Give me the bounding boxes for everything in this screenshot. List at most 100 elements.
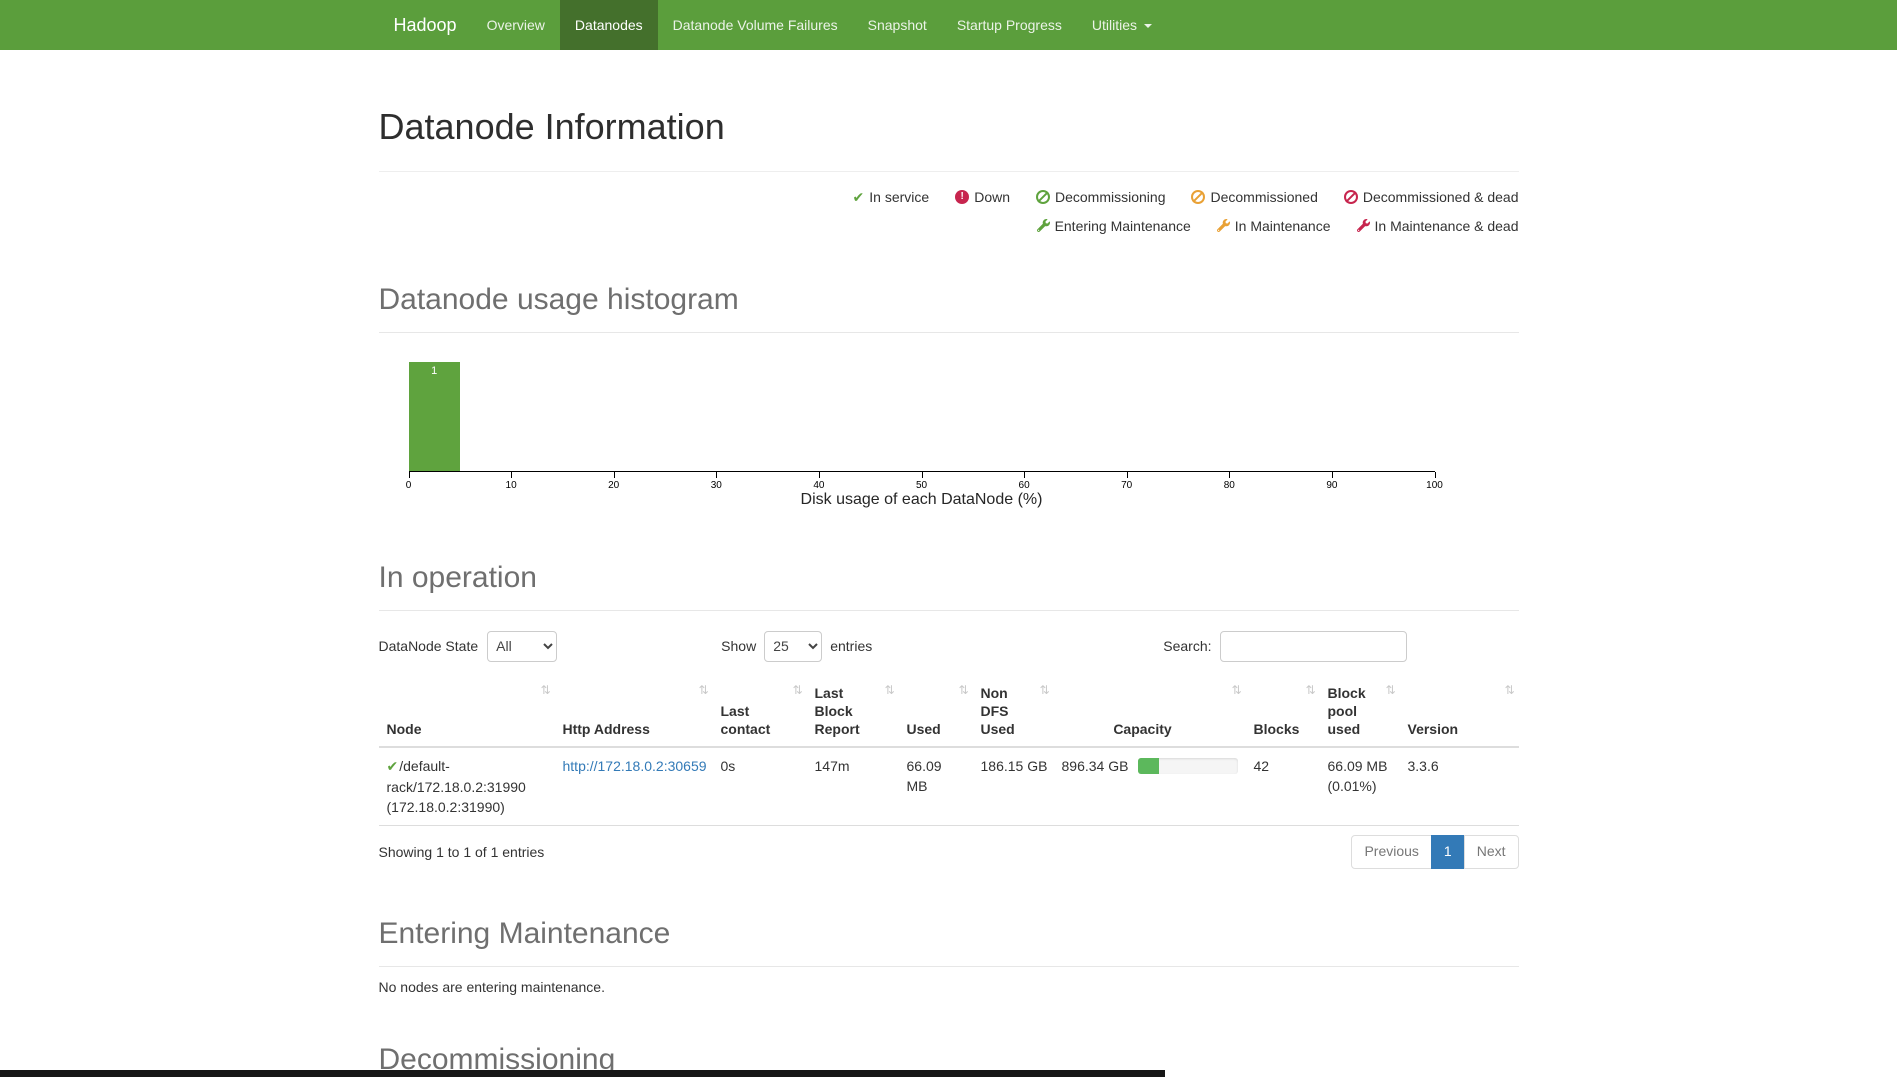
axis-tick [1229, 472, 1230, 478]
axis-tick-label: 100 [1426, 480, 1443, 491]
legend-row-1: ✔In service Down Decommissioning Decommissi… [379, 189, 1519, 207]
column-header-version[interactable]: Version⇅ [1400, 678, 1519, 748]
column-header-node[interactable]: Node ⇅ [379, 678, 555, 748]
column-header-block-pool-used[interactable]: Block pool used ⇅ [1320, 678, 1400, 748]
cell-node: ✔/default-rack/172.18.0.2:31990 (172.18.… [379, 747, 555, 826]
nav-item-snapshot[interactable]: Snapshot [853, 0, 942, 50]
nav-item-datanodes[interactable]: Datanodes [560, 0, 658, 50]
page-title: Datanode Information [379, 107, 1519, 147]
column-header-capacity[interactable]: Capacity ⇅ [1054, 678, 1246, 748]
column-header-label: Capacity [1113, 721, 1171, 737]
page-length-select[interactable]: 25 [764, 631, 822, 662]
nav-item-overview[interactable]: Overview [472, 0, 560, 50]
cell-version: 3.3.6 [1400, 747, 1519, 826]
axis-tick [819, 472, 820, 478]
histogram-plot: 1 [409, 353, 1435, 472]
column-header-label: Block pool used [1328, 685, 1366, 737]
datanode-state-label: DataNode State [379, 638, 479, 654]
axis-tick-label: 10 [506, 480, 517, 491]
nav-item-utilities[interactable]: Utilities [1077, 0, 1167, 50]
section-divider [379, 966, 1519, 967]
legend-label: Decommissioned [1210, 189, 1317, 205]
http-address-link[interactable]: http://172.18.0.2:30659 [563, 758, 707, 774]
datanode-state-select[interactable]: All [487, 631, 557, 662]
axis-tick-label: 60 [1019, 480, 1030, 491]
legend-label: Decommissioning [1055, 189, 1165, 205]
legend-item-decommissioned-dead: Decommissioned & dead [1344, 189, 1519, 205]
ban-icon [1036, 190, 1050, 204]
section-divider [379, 332, 1519, 333]
axis-tick [922, 472, 923, 478]
axis-tick-label: 0 [406, 480, 412, 491]
wrench-icon [1217, 218, 1230, 234]
column-header-label: Last Block Report [815, 685, 860, 737]
table-row: ✔/default-rack/172.18.0.2:31990 (172.18.… [379, 747, 1519, 826]
page-header: Datanode Information [379, 107, 1519, 172]
legend-item-in-service: ✔In service [853, 189, 930, 205]
sort-icon: ⇅ [1231, 683, 1241, 699]
capacity-progress-fill [1138, 758, 1159, 774]
pagination-next[interactable]: Next [1464, 835, 1519, 869]
navbar-brand[interactable]: Hadoop [379, 0, 472, 50]
legend-item-decommissioned: Decommissioned [1191, 189, 1317, 205]
column-header-blocks[interactable]: Blocks⇅ [1246, 678, 1320, 748]
sort-icon: ⇅ [1385, 683, 1395, 699]
legend-label: Entering Maintenance [1055, 218, 1191, 234]
histogram-section-title: Datanode usage histogram [379, 283, 1519, 316]
cell-non-dfs-used: 186.15 GB [973, 747, 1054, 826]
sort-icon: ⇅ [698, 683, 708, 699]
axis-tick-label: 70 [1121, 480, 1132, 491]
axis-tick-label: 90 [1326, 480, 1337, 491]
show-label: Show [721, 638, 756, 654]
sort-icon: ⇅ [540, 683, 550, 699]
axis-tick [1435, 472, 1436, 478]
datanode-usage-histogram: 1 0102030405060708090100 Disk usage of e… [409, 353, 1435, 513]
axis-tick-label: 20 [608, 480, 619, 491]
column-header-non-dfs-used[interactable]: Non DFS Used⇅ [973, 678, 1054, 748]
column-header-label: Used [907, 721, 941, 737]
pagination-page-1[interactable]: 1 [1431, 835, 1465, 869]
axis-tick-label: 50 [916, 480, 927, 491]
sort-icon: ⇅ [884, 683, 894, 699]
column-header-label: Node [387, 721, 422, 737]
axis-tick [1127, 472, 1128, 478]
bottom-dark-strip [0, 1070, 1165, 1077]
axis-tick [614, 472, 615, 478]
column-header-http-address[interactable]: Http Address⇅ [555, 678, 713, 748]
column-header-label: Last contact [721, 703, 771, 737]
axis-tick [511, 472, 512, 478]
pagination-previous[interactable]: Previous [1351, 835, 1431, 869]
table-header-row: Node⇅Http Address⇅Last contact⇅Last Bloc… [379, 678, 1519, 748]
legend-item-entering-maintenance: Entering Maintenance [1037, 218, 1191, 234]
wrench-icon [1037, 218, 1050, 234]
search-label: Search: [1163, 638, 1211, 654]
pagination: Previous 1 Next [1351, 835, 1518, 869]
axis-tick [409, 472, 410, 478]
legend-item-down: Down [955, 189, 1010, 205]
navbar-menu: OverviewDatanodesDatanode Volume Failure… [472, 0, 1167, 50]
cell-block-pool-used: 66.09 MB (0.01%) [1320, 747, 1400, 826]
cell-capacity: 896.34 GB [1054, 747, 1246, 826]
sort-icon: ⇅ [1504, 683, 1514, 699]
in-operation-section-title: In operation [379, 561, 1519, 594]
legend-label: In service [869, 189, 929, 205]
legend-label: Decommissioned & dead [1363, 189, 1519, 205]
nav-item-datanode-volume-failures[interactable]: Datanode Volume Failures [658, 0, 853, 50]
axis-tick [1024, 472, 1025, 478]
column-header-last-contact[interactable]: Last contact⇅ [713, 678, 807, 748]
table-footer: Showing 1 to 1 of 1 entries Previous 1 N… [379, 835, 1519, 869]
column-header-label: Non DFS Used [981, 685, 1015, 737]
capacity-progress-bar [1138, 758, 1237, 774]
axis-tick [716, 472, 717, 478]
legend-label: Down [974, 189, 1010, 205]
cell-used: 66.09 MB [899, 747, 973, 826]
cell-last-contact: 0s [713, 747, 807, 826]
column-header-used[interactable]: Used⇅ [899, 678, 973, 748]
search-input[interactable] [1220, 631, 1407, 662]
cell-blocks: 42 [1246, 747, 1320, 826]
entering-maintenance-empty-text: No nodes are entering maintenance. [379, 979, 1519, 995]
nav-item-startup-progress[interactable]: Startup Progress [942, 0, 1077, 50]
column-header-last-block-report[interactable]: Last Block Report ⇅ [807, 678, 899, 748]
legend-item-decommissioning: Decommissioning [1036, 189, 1165, 205]
axis-tick-label: 80 [1224, 480, 1235, 491]
